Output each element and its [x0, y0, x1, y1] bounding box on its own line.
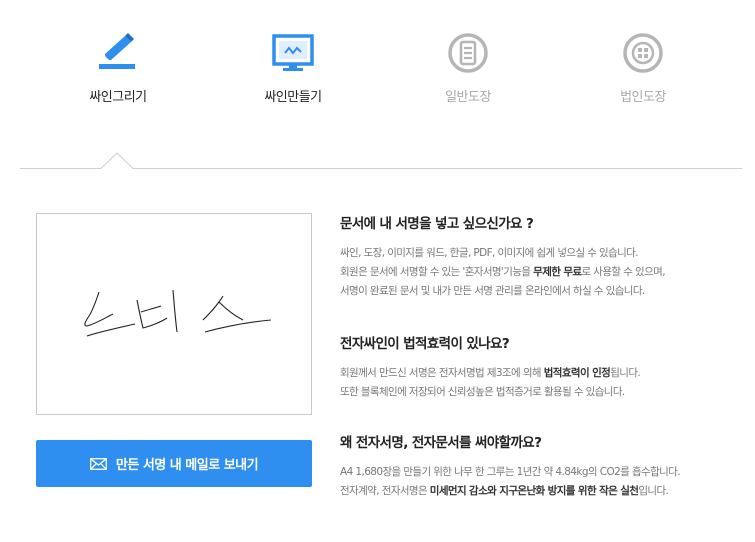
- info-line: 회원은 문서에 서명할 수 있는 '혼자서명'기능을 무제한 무료로 사용할 수…: [340, 266, 666, 278]
- tab-label: 싸인만들기: [264, 90, 322, 105]
- signature-canvas[interactable]: [36, 213, 312, 415]
- send-sign-to-email-button[interactable]: 만든 서명 내 메일로 보내기: [36, 440, 312, 487]
- info-section-legal-effect: 전자싸인이 법적효력이 있나요? 회원께서 만드신 서명은 전자서명법 제3조에…: [340, 332, 750, 402]
- tab-draw-sign[interactable]: 싸인그리기: [53, 30, 183, 105]
- tab-divider: [20, 152, 742, 169]
- handwritten-signature: [84, 289, 272, 337]
- tab-make-sign[interactable]: 싸인만들기: [228, 30, 358, 105]
- info-line: 서명이 완료된 문서 및 내가 만든 서명 관리를 온라인에서 하실 수 있습니…: [340, 285, 645, 297]
- mail-icon: [89, 457, 107, 470]
- info-section-insert-sign: 문서에 내 서명을 넣고 싶으신가요 ? 싸인, 도장, 이미지를 워드, 한글…: [340, 212, 750, 301]
- info-title: 문서에 내 서명을 넣고 싶으신가요 ?: [340, 216, 534, 232]
- corporate-stamp-icon: [623, 33, 663, 73]
- info-line: 회원께서 만드신 서명은 전자서명법 제3조에 의해 법적효력이 인정됩니다.: [340, 367, 641, 379]
- round-stamp-icon: [448, 33, 488, 73]
- info-line: 또한 블록체인에 저장되어 신뢰성높은 법적증거로 활용될 수 있습니다.: [340, 386, 625, 398]
- tab-corporate-stamp[interactable]: 법인도장: [578, 30, 708, 105]
- send-button-label: 만든 서명 내 메일로 보내기: [115, 458, 259, 473]
- info-line: 싸인, 도장, 이미지를 워드, 한글, PDF, 이미지에 쉽게 넣으실 수 …: [340, 247, 639, 259]
- pen-sign-icon: [99, 33, 135, 69]
- info-title: 왜 전자서명, 전자문서를 써야할까요?: [340, 435, 542, 451]
- info-section-why-e-sign: 왜 전자서명, 전자문서를 써야할까요? A4 1,680장을 만들기 위한 나…: [340, 431, 750, 501]
- info-line: 전자계약, 전자서명은 미세먼지 감소와 지구온난화 방지를 위한 작은 실천입…: [340, 485, 669, 497]
- info-line: A4 1,680장을 만들기 위한 나무 한 그루는 1년간 약 4.84kg의…: [340, 466, 681, 478]
- tab-general-stamp[interactable]: 일반도장: [403, 30, 533, 105]
- sign-type-tabs: 싸인그리기 싸인만들기 일반도장 법인도장: [0, 0, 755, 130]
- tab-label: 법인도장: [620, 90, 666, 105]
- tab-label: 일반도장: [445, 90, 491, 105]
- info-title: 전자싸인이 법적효력이 있나요?: [340, 336, 510, 352]
- tab-label: 싸인그리기: [89, 90, 147, 105]
- monitor-sign-icon: [272, 34, 314, 71]
